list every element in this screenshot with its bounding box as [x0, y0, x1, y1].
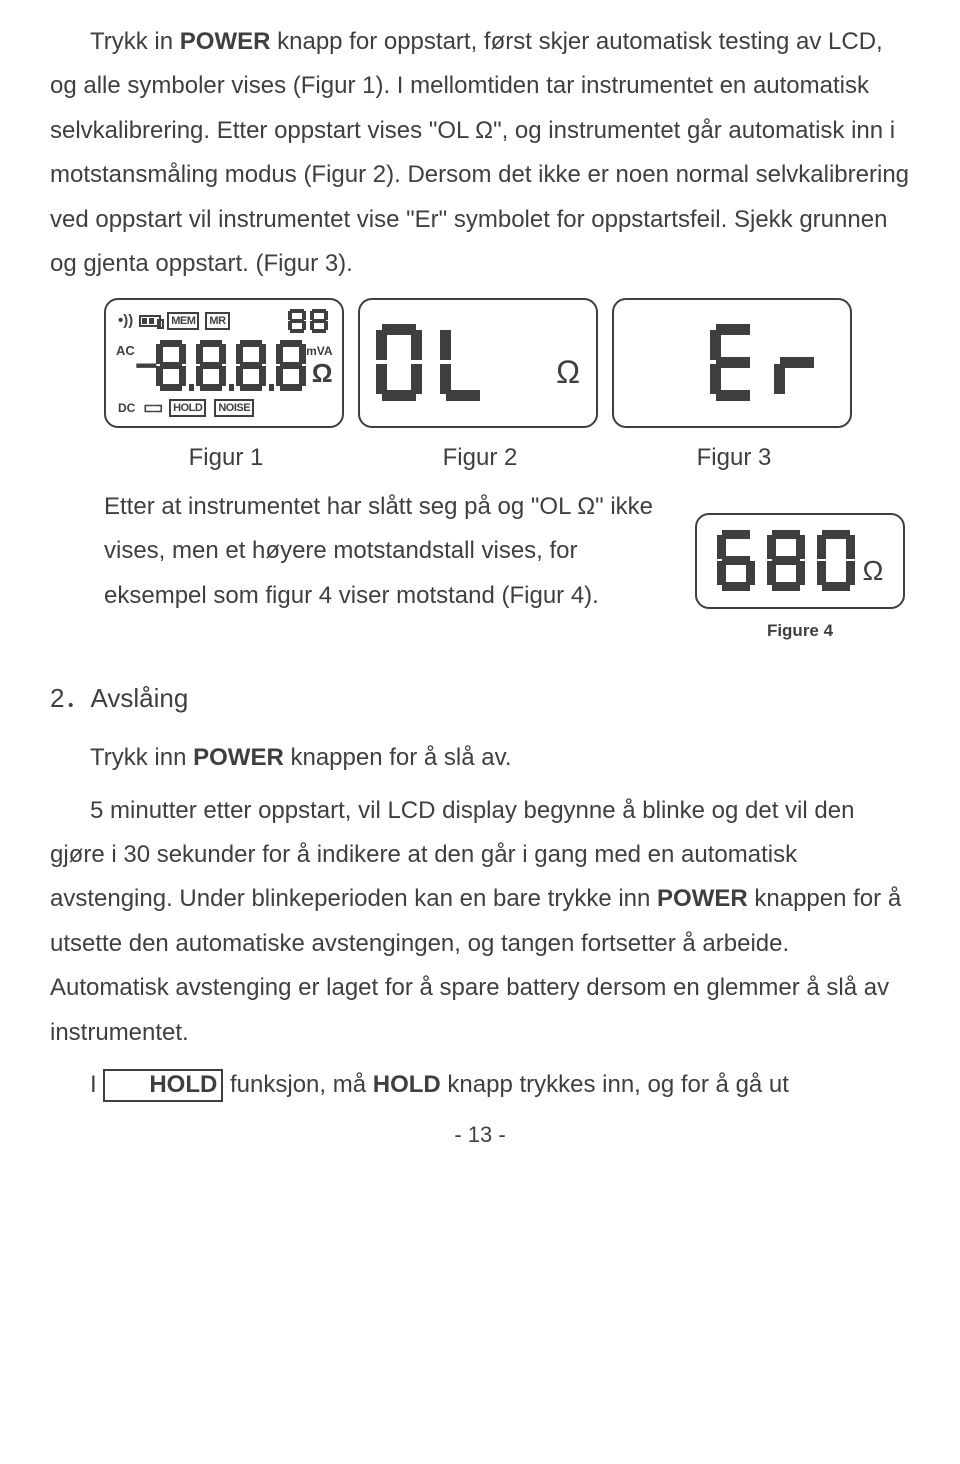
hold-keyword: HOLD	[373, 1071, 441, 1098]
fig1-units: mVA Ω	[306, 345, 332, 387]
digits-er-icon	[710, 324, 830, 402]
fig1-top-row: •)) MEM MR	[112, 307, 336, 335]
section-2-heading: 2．Avslåing	[50, 674, 910, 722]
hold-box-indicator: HOLD	[103, 1069, 223, 1102]
text-segment: I	[90, 1071, 103, 1098]
digits-8888-icon	[156, 340, 306, 392]
caption-fig2: Figur 2	[360, 436, 600, 480]
power-keyword: POWER	[657, 885, 748, 912]
lcd-figure-3	[612, 298, 852, 428]
hold-indicator: HOLD	[169, 399, 206, 417]
after-on-text: Etter at instrumentet har slått seg på o…	[50, 485, 666, 618]
dc-label: DC	[118, 397, 135, 419]
section-number: 2	[50, 683, 64, 713]
fig1-bottom-row: DC ⊏⊐ HOLD NOISE	[112, 397, 336, 419]
mem-indicator: MEM	[167, 312, 199, 330]
paragraph-auto-off: 5 minutter etter oppstart, vil LCD displ…	[50, 789, 910, 1055]
clamp-icon: ⊏⊐	[143, 396, 161, 420]
caption-fig3: Figur 3	[614, 436, 854, 480]
text-segment: knapp trykkes inn, og for å gå ut	[441, 1071, 789, 1098]
digits-88-small-icon	[288, 308, 330, 334]
text-segment: Trykk inn	[90, 744, 193, 771]
lcd-figure-1: •)) MEM MR AC −	[104, 298, 344, 428]
digits-680-icon	[717, 530, 857, 592]
battery-icon	[139, 315, 161, 327]
after-on-block: Etter at instrumentet har slått seg på o…	[50, 485, 910, 646]
figure-captions: Figur 1 Figur 2 Figur 3	[106, 436, 910, 480]
paragraph-intro: Trykk in POWER knapp for oppstart, først…	[50, 20, 910, 286]
text-segment: knappen for å slå av.	[284, 744, 512, 771]
lcd-figure-2: Ω	[358, 298, 598, 428]
ohm-label: Ω	[863, 545, 884, 607]
paragraph-hold: I HOLD funksjon, må HOLD knapp trykkes i…	[50, 1063, 910, 1107]
section-dot: ．	[64, 683, 90, 713]
ohm-label: Ω	[556, 343, 580, 402]
text-segment: funksjon, må	[223, 1071, 372, 1098]
paragraph-power-off: Trykk inn POWER knappen for å slå av.	[50, 736, 910, 780]
mva-label: mVA	[306, 345, 332, 358]
ohm-label: Ω	[312, 359, 333, 388]
ac-label: AC	[116, 339, 135, 363]
minus-icon: −	[135, 358, 158, 374]
caption-fig4: Figure 4	[767, 615, 833, 646]
noise-indicator: NOISE	[214, 399, 254, 417]
caption-fig1: Figur 1	[106, 436, 346, 480]
section-title: Avslåing	[90, 683, 188, 713]
text-segment: Trykk in	[90, 28, 180, 55]
figure-4-column: Ω Figure 4	[690, 513, 910, 646]
digits-ol-icon	[376, 324, 496, 402]
mr-indicator: MR	[205, 312, 229, 330]
fig1-main-row: AC − mVA Ω	[112, 335, 336, 397]
text-segment: knapp for oppstart, først skjer automati…	[50, 28, 909, 277]
fig1-digits: −	[135, 340, 306, 392]
buzzer-icon: •))	[118, 307, 133, 335]
figures-row: •)) MEM MR AC −	[104, 298, 910, 428]
section-2-body: Trykk inn POWER knappen for å slå av. 5 …	[50, 736, 910, 1107]
power-keyword: POWER	[193, 744, 284, 771]
page-number: - 13 -	[50, 1115, 910, 1156]
lcd-figure-4: Ω	[695, 513, 905, 609]
power-keyword: POWER	[180, 28, 271, 55]
